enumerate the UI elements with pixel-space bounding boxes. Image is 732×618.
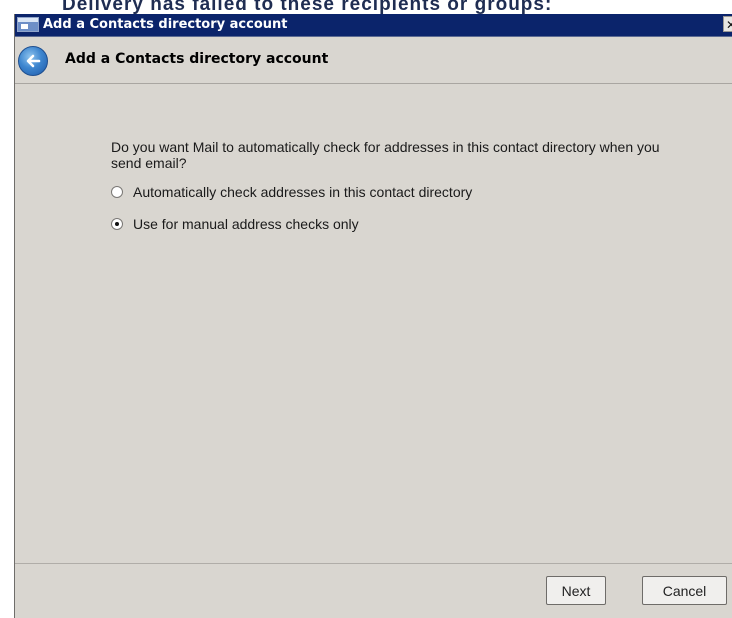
- close-icon[interactable]: ✕: [723, 16, 732, 32]
- window-app-icon: [17, 17, 39, 32]
- wizard-header: Add a Contacts directory account: [15, 37, 732, 84]
- radio-manual-check[interactable]: [111, 218, 123, 230]
- option-auto-check[interactable]: Automatically check addresses in this co…: [111, 183, 671, 201]
- radio-auto-check[interactable]: [111, 186, 123, 198]
- window-title: Add a Contacts directory account: [43, 17, 288, 32]
- back-arrow-icon[interactable]: [18, 46, 48, 76]
- option-manual-check-label[interactable]: Use for manual address checks only: [133, 216, 359, 232]
- title-bar[interactable]: Add a Contacts directory account ✕: [15, 14, 732, 37]
- dialog-window: Add a Contacts directory account ✕ Add a…: [14, 14, 732, 618]
- next-button[interactable]: Next: [546, 576, 606, 605]
- footer-divider: [15, 563, 732, 564]
- options-panel: Do you want Mail to automatically check …: [111, 139, 671, 233]
- cancel-button[interactable]: Cancel: [642, 576, 727, 605]
- option-auto-check-label[interactable]: Automatically check addresses in this co…: [133, 184, 472, 200]
- option-manual-check[interactable]: Use for manual address checks only: [111, 215, 671, 233]
- page-title: Add a Contacts directory account: [65, 51, 329, 67]
- question-text: Do you want Mail to automatically check …: [111, 139, 660, 171]
